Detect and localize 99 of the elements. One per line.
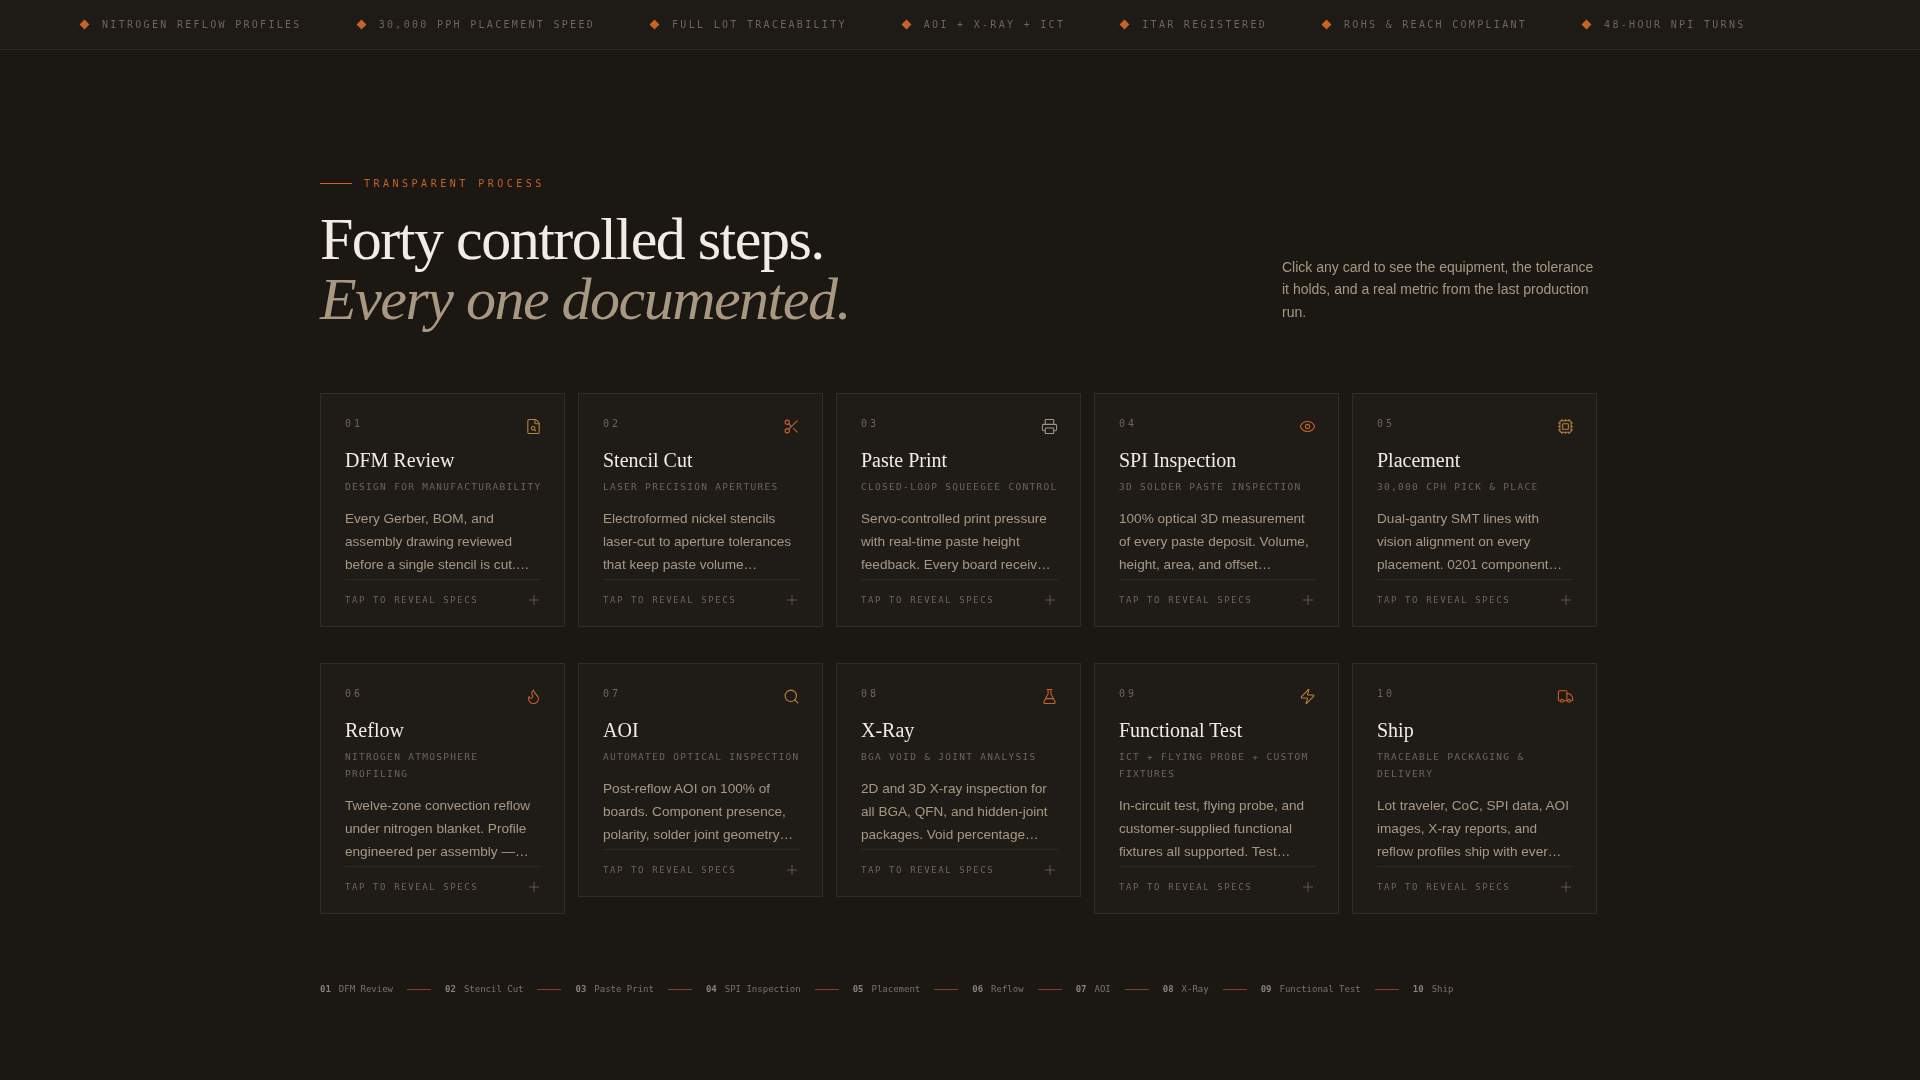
step-nav-link[interactable]: 10 Ship [1412, 984, 1454, 994]
step-card[interactable]: 09 Functional Test ICT + FLYING PROBE + CUSTOM FIXTURES In-circuit test, flying probe, and customer-supplied functional fixtures all supported. Test… TAP TO REVEAL SPECS [1094, 663, 1339, 914]
step-card[interactable]: 01 DFM Review DESIGN FOR MANUFACTURABILITY Every Gerber, BOM, and assembly drawing reviewed before a single stencil is cut.… TAP TO REVEAL SPECS [320, 393, 565, 627]
step-description: 2D and 3D X-ray inspection for all BGA, QFN, and hidden-joint packages. Void percentage… [861, 777, 1058, 850]
step-nav-link[interactable]: 03 Paste Print [575, 984, 654, 994]
step-number: 02 [603, 418, 622, 429]
step-nav-link[interactable]: 07 AOI [1075, 984, 1111, 994]
step-nav-link[interactable]: 09 Functional Test [1260, 984, 1361, 994]
step-title: Placement [1377, 449, 1462, 472]
reveal-specs-label: TAP TO REVEAL SPECS [345, 595, 479, 605]
step-card[interactable]: 02 Stencil Cut LASER PRECISION APERTURES Electroformed nickel stencils laser-cut to aperture tolerances that keep paste volume… TAP TO REVEAL SPECS [578, 393, 823, 627]
step-subtitle: CLOSED-LOOP SQUEEGEE CONTROL [861, 480, 1058, 494]
lightning-icon [1299, 688, 1316, 705]
step-description: 100% optical 3D measurement of every paste deposit. Volume, height, area, and offset… [1119, 507, 1316, 580]
step-title: AOI [603, 719, 640, 742]
step-number: 09 [1119, 688, 1138, 699]
step-title: DFM Review [345, 449, 456, 472]
step-subtitle: 3D SOLDER PASTE INSPECTION [1119, 480, 1303, 494]
step-title: Stencil Cut [603, 449, 694, 472]
step-subtitle: BGA VOID & JOINT ANALYSIS [861, 750, 1038, 764]
plus-icon[interactable] [1558, 879, 1574, 895]
ticker-text: FULL LOT TRACEABILITY [672, 19, 847, 30]
step-card[interactable]: 08 X-Ray BGA VOID & JOINT ANALYSIS 2D and 3D X-ray inspection for all BGA, QFN, and hidden-joint packages. Void percentage… TAP TO REVEAL SPECS [836, 663, 1081, 897]
plus-icon[interactable] [784, 592, 800, 608]
scissors-icon [783, 418, 800, 435]
step-title: Reflow [345, 719, 405, 742]
step-title: Ship [1377, 719, 1415, 742]
reveal-specs-label: TAP TO REVEAL SPECS [1377, 595, 1511, 605]
truck-icon [1557, 688, 1574, 705]
step-number: 03 [861, 418, 880, 429]
step-card[interactable]: 05 Placement 30,000 CPH PICK & PLACE Dual-gantry SMT lines with vision alignment on every placement. 0201 component… TAP TO REVEAL SPECS [1352, 393, 1597, 627]
step-number: 01 [345, 418, 364, 429]
reveal-specs-label: TAP TO REVEAL SPECS [1377, 882, 1511, 892]
step-title: SPI Inspection [1119, 449, 1238, 472]
flame-icon [525, 688, 542, 705]
reveal-specs-label: TAP TO REVEAL SPECS [345, 882, 479, 892]
ticker-text: NITROGEN REFLOW PROFILES [102, 19, 302, 30]
step-description: Electroformed nickel stencils laser-cut to aperture tolerances that keep paste volume… [603, 507, 800, 580]
plus-icon[interactable] [1042, 862, 1058, 878]
step-card[interactable]: 10 Ship TRACEABLE PACKAGING & DELIVERY Lot traveler, CoC, SPI data, AOI images, X-ray reports, and reflow profiles ship with ever… TAP TO REVEAL SPECS [1352, 663, 1597, 914]
step-nav-link[interactable]: 06 Reflow [972, 984, 1024, 994]
step-description: Servo-controlled print pressure with real-time paste height feedback. Every board receiv… [861, 507, 1058, 580]
step-description: Twelve-zone convection reflow under nitrogen blanket. Profile engineered per assembly —… [345, 794, 542, 867]
step-subtitle: TRACEABLE PACKAGING & DELIVERY [1377, 750, 1526, 781]
step-number: 06 [345, 688, 364, 699]
step-nav-link[interactable]: 05 Placement [852, 984, 921, 994]
step-title: Functional Test [1119, 719, 1244, 742]
step-card[interactable]: 03 Paste Print CLOSED-LOOP SQUEEGEE CONTROL Servo-controlled print pressure with real-time paste height feedback. Every board receiv… TAP TO REVEAL SPECS [836, 393, 1081, 627]
ticker-text: AOI + X-RAY + ICT [923, 19, 1066, 30]
reveal-specs-label: TAP TO REVEAL SPECS [1119, 882, 1253, 892]
step-description: Dual-gantry SMT lines with vision alignment on every placement. 0201 component… [1377, 507, 1574, 580]
ticker-text: ITAR REGISTERED [1142, 19, 1268, 30]
step-card[interactable]: 06 Reflow NITROGEN ATMOSPHERE PROFILING Twelve-zone convection reflow under nitrogen blanket. Profile engineered per assembly —… TAP TO REVEAL SPECS [320, 663, 565, 914]
step-number: 10 [1377, 688, 1396, 699]
ticker-text: 48-HOUR NPI TURNS [1604, 19, 1746, 30]
plus-icon[interactable] [526, 879, 542, 895]
search-icon [783, 688, 800, 705]
step-subtitle: ICT + FLYING PROBE + CUSTOM FIXTURES [1119, 750, 1310, 781]
reveal-specs-label: TAP TO REVEAL SPECS [861, 865, 995, 875]
reveal-specs-label: TAP TO REVEAL SPECS [603, 865, 737, 875]
reveal-specs-label: TAP TO REVEAL SPECS [861, 595, 995, 605]
eye-icon [1299, 418, 1316, 435]
step-subtitle: DESIGN FOR MANUFACTURABILITY [345, 480, 542, 494]
plus-icon[interactable] [1300, 879, 1316, 895]
document-search-icon [525, 418, 542, 435]
step-card[interactable]: 07 AOI AUTOMATED OPTICAL INSPECTION Post-reflow AOI on 100% of boards. Component presence, polarity, solder joint geometry… TAP TO REVEAL SPECS [578, 663, 823, 897]
flask-icon [1041, 688, 1058, 705]
ticker-text: ROHS & REACH COMPLIANT [1344, 19, 1528, 30]
step-subtitle: 30,000 CPH PICK & PLACE [1377, 480, 1540, 494]
step-subtitle: AUTOMATED OPTICAL INSPECTION [603, 750, 800, 764]
section-eyebrow: TRANSPARENT PROCESS [364, 178, 545, 189]
step-description: Every Gerber, BOM, and assembly drawing reviewed before a single stencil is cut.… [345, 507, 542, 580]
step-nav-link[interactable]: 02 Stencil Cut [445, 984, 524, 994]
plus-icon[interactable] [1042, 592, 1058, 608]
step-number: 08 [861, 688, 880, 699]
step-card[interactable]: 04 SPI Inspection 3D SOLDER PASTE INSPECTION 100% optical 3D measurement of every paste deposit. Volume, height, area, and offset… TAP TO REVEAL SPECS [1094, 393, 1339, 627]
section-description: Click any card to see the equipment, the tolerance it holds, and a real metric from the last production run. [1282, 257, 1595, 322]
step-description: In-circuit test, flying probe, and customer-supplied functional fixtures all supported. Test… [1119, 794, 1316, 867]
plus-icon[interactable] [1300, 592, 1316, 608]
step-nav-link[interactable]: 08 X-Ray [1162, 984, 1209, 994]
step-number: 05 [1377, 418, 1396, 429]
step-title: Paste Print [861, 449, 949, 472]
step-description: Post-reflow AOI on 100% of boards. Component presence, polarity, solder joint geometry… [603, 777, 800, 850]
step-nav-link[interactable]: 04 SPI Inspection [705, 984, 801, 994]
step-number: 07 [603, 688, 622, 699]
step-nav-link[interactable]: 01 DFM Review [320, 984, 394, 994]
printer-icon [1041, 418, 1058, 435]
plus-icon[interactable] [1558, 592, 1574, 608]
step-number: 04 [1119, 418, 1138, 429]
chip-icon [1557, 418, 1574, 435]
step-title: X-Ray [861, 719, 916, 742]
step-subtitle: LASER PRECISION APERTURES [603, 480, 780, 494]
plus-icon[interactable] [526, 592, 542, 608]
step-description: Lot traveler, CoC, SPI data, AOI images, X-ray reports, and reflow profiles ship with ever… [1377, 794, 1574, 867]
reveal-specs-label: TAP TO REVEAL SPECS [603, 595, 737, 605]
step-subtitle: NITROGEN ATMOSPHERE PROFILING [345, 750, 480, 781]
plus-icon[interactable] [784, 862, 800, 878]
reveal-specs-label: TAP TO REVEAL SPECS [1119, 595, 1253, 605]
ticker-text: 30,000 PPH PLACEMENT SPEED [378, 19, 596, 30]
